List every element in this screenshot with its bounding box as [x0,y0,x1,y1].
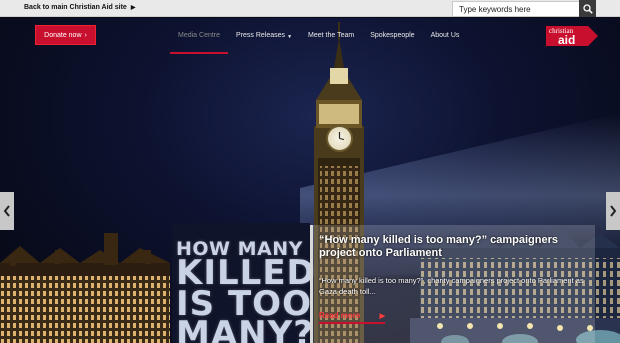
christian-aid-logo[interactable]: christian aid [546,24,598,48]
donate-label: Donate now [44,31,82,39]
triangle-right-icon: ▶ [379,312,385,320]
read-more-link[interactable]: Read more ▶ [319,311,385,324]
chevron-right-icon: › [84,31,87,39]
projection-text: HOW MANY KILLED IS TOO MANY? [176,239,315,343]
carousel-prev-button[interactable] [0,192,14,230]
back-to-main-site-link[interactable]: Back to main Christian Aid site ▶ [24,4,135,11]
donate-now-button[interactable]: Donate now › [35,25,96,45]
nav-item-label: Spokespeople [370,32,415,39]
chevron-right-icon [610,205,617,217]
logo-line-2: aid [558,33,575,47]
clock-face [326,125,353,152]
nav-item-label: About Us [430,32,460,39]
search-input[interactable] [453,4,571,14]
nav-item-label: Media Centre [178,32,221,39]
back-link-label: Back to main Christian Aid site [24,4,127,11]
search-box: ⊗ [452,1,596,17]
page: Back to main Christian Aid site ▶ ⊗ [0,0,620,343]
search-button[interactable] [579,0,596,17]
nav-item-spokespeople[interactable]: Spokespeople [362,32,422,52]
hero-banner: HOW MANY KILLED IS TOO MANY? Donate now … [0,18,620,343]
read-more-label: Read more [319,311,361,320]
story-summary: “How many killed is too many?”, charity … [319,276,584,296]
nav-item-label: Meet the Team [308,32,355,39]
nav-item-about-us[interactable]: About Us [423,32,468,52]
story-title[interactable]: “How many killed is too many?” campaigne… [319,234,589,261]
projection-line-4: MANY? [176,314,314,343]
triangle-right-icon: ▶ [130,5,136,11]
nav-item-label: Press Releases [236,32,286,39]
nav-item-media-centre[interactable]: Media Centre [170,32,229,54]
nav-item-press-releases[interactable]: Press Releases ▼ [228,32,300,52]
top-bar: Back to main Christian Aid site ▶ ⊗ [0,0,620,17]
main-nav: Media Centre Press Releases ▼ Meet the T… [170,32,468,54]
chevron-left-icon [3,205,10,217]
clock-hands-icon [338,132,345,140]
featured-story-card: “How many killed is too many?” campaigne… [310,225,595,343]
christian-aid-logo-mark: christian aid [546,26,598,47]
nav-item-meet-the-team[interactable]: Meet the Team [300,32,362,52]
search-icon [582,3,593,14]
caret-down-icon: ▼ [287,34,293,40]
carousel-next-button[interactable] [606,192,620,230]
